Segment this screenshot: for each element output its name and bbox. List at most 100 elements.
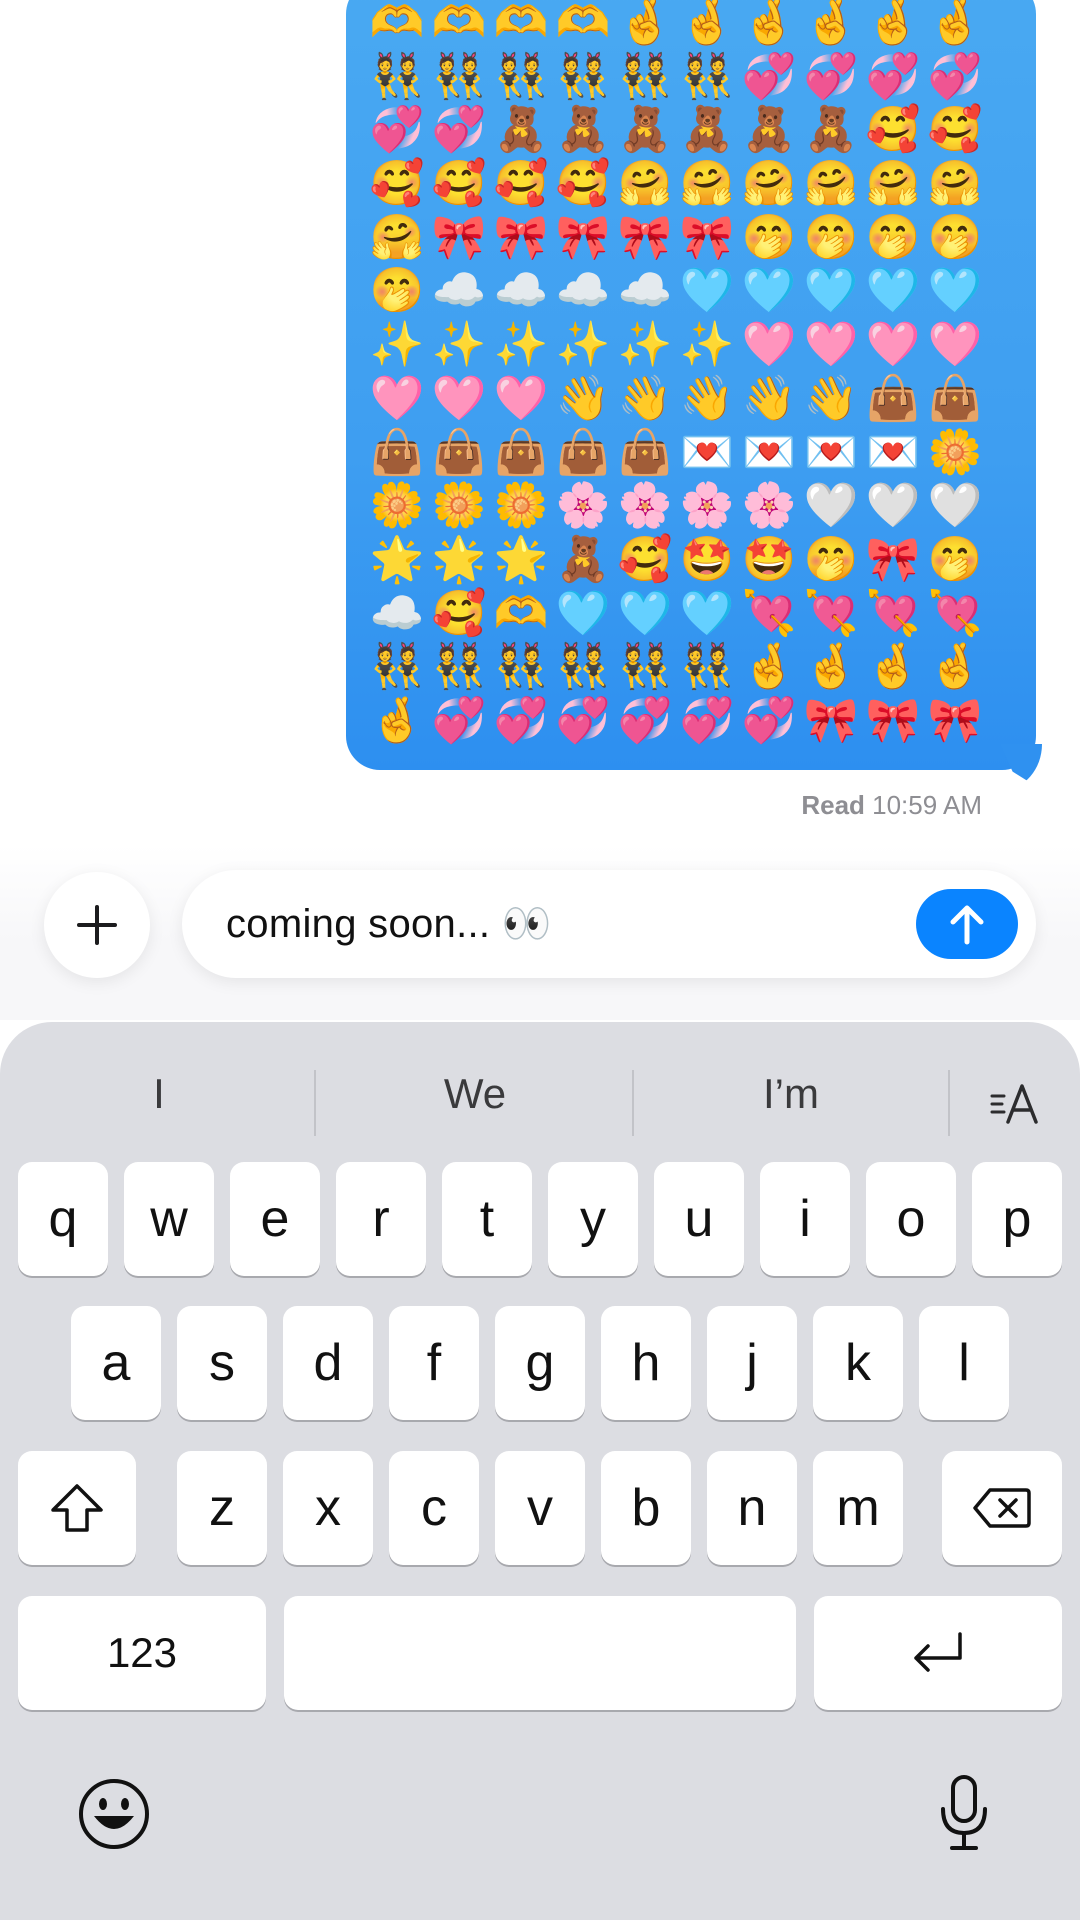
emoji-cell: 🧸 bbox=[803, 104, 859, 156]
emoji-cell: 💞 bbox=[741, 50, 797, 102]
emoji-cell: 🥰 bbox=[555, 158, 611, 210]
key-f[interactable]: f bbox=[389, 1306, 479, 1420]
space-bar[interactable] bbox=[284, 1596, 796, 1710]
emoji-cell: 🌸 bbox=[555, 480, 611, 532]
prediction-2[interactable]: We bbox=[320, 1054, 630, 1134]
key-u[interactable]: u bbox=[654, 1162, 744, 1276]
emoji-cell: 🤞 bbox=[803, 641, 859, 693]
emoji-cell: 🤍 bbox=[927, 480, 983, 532]
text-format-button[interactable] bbox=[986, 1074, 1046, 1134]
emoji-cell: 🤗 bbox=[679, 158, 735, 210]
emoji-cell: ✨ bbox=[617, 319, 673, 371]
emoji-cell: 💘 bbox=[927, 587, 983, 639]
prediction-bar: I We I’m bbox=[0, 1054, 1080, 1136]
emoji-cell: 🤗 bbox=[369, 211, 425, 263]
add-attachment-button[interactable] bbox=[44, 872, 150, 978]
key-q[interactable]: q bbox=[18, 1162, 108, 1276]
message-bubble[interactable]: 🫶 🫶 🫶 🫶 🤞 🤞 🤞 🤞 🤞 🤞 👯 👯 👯 👯 👯 👯 💞 💞 💞 💞 💞 💞 🧸 🧸 🧸 🧸 🧸 🧸 🥰 🥰 🥰 🥰 🥰 🥰 🤗 🤗 🤗 🤗 🤗 🤗… bbox=[346, 0, 1036, 770]
read-time: 10:59 AM bbox=[872, 790, 982, 820]
key-y[interactable]: y bbox=[548, 1162, 638, 1276]
emoji-cell: 👯 bbox=[617, 50, 673, 102]
emoji-cell: 🤗 bbox=[803, 158, 859, 210]
key-m[interactable]: m bbox=[813, 1451, 903, 1565]
emoji-cell: 💌 bbox=[679, 426, 735, 478]
emoji-cell: 👋 bbox=[617, 372, 673, 424]
key-i[interactable]: i bbox=[760, 1162, 850, 1276]
emoji-cell: 👯 bbox=[431, 641, 487, 693]
microphone-icon bbox=[941, 1775, 987, 1850]
dictation-button[interactable] bbox=[924, 1768, 1004, 1858]
prediction-divider bbox=[632, 1070, 634, 1136]
key-g[interactable]: g bbox=[495, 1306, 585, 1420]
key-l[interactable]: l bbox=[919, 1306, 1009, 1420]
prediction-divider bbox=[948, 1070, 950, 1136]
emoji-cell: 👜 bbox=[617, 426, 673, 478]
emoji-cell: 👯 bbox=[679, 641, 735, 693]
numbers-key[interactable]: 123 bbox=[18, 1596, 266, 1710]
key-j[interactable]: j bbox=[707, 1306, 797, 1420]
emoji-cell: ☁️ bbox=[617, 265, 673, 317]
key-t[interactable]: t bbox=[442, 1162, 532, 1276]
key-o[interactable]: o bbox=[866, 1162, 956, 1276]
emoji-cell: 🌼 bbox=[431, 480, 487, 532]
emoji-cell: 💞 bbox=[617, 694, 673, 746]
emoji-keyboard-button[interactable] bbox=[74, 1774, 154, 1854]
emoji-cell: 🤞 bbox=[617, 0, 673, 48]
key-b[interactable]: b bbox=[601, 1451, 691, 1565]
emoji-cell: 🩵 bbox=[865, 265, 921, 317]
key-n[interactable]: n bbox=[707, 1451, 797, 1565]
key-h[interactable]: h bbox=[601, 1306, 691, 1420]
emoji-cell: 🤞 bbox=[865, 641, 921, 693]
emoji-cell: 🌸 bbox=[679, 480, 735, 532]
emoji-cell: 💌 bbox=[865, 426, 921, 478]
keyboard: I We I’m qwertyuiop asdfghjkl zxcvbnm 12… bbox=[0, 1022, 1080, 1920]
emoji-cell: 🩵 bbox=[679, 265, 735, 317]
key-a[interactable]: a bbox=[71, 1306, 161, 1420]
emoji-cell: 🤭 bbox=[803, 533, 859, 585]
emoji-cell: 🧸 bbox=[741, 104, 797, 156]
emoji-cell: 👜 bbox=[865, 372, 921, 424]
emoji-cell: 👜 bbox=[555, 426, 611, 478]
key-c[interactable]: c bbox=[389, 1451, 479, 1565]
key-w[interactable]: w bbox=[124, 1162, 214, 1276]
emoji-cell: 🧸 bbox=[555, 533, 611, 585]
emoji-cell: 🤗 bbox=[927, 158, 983, 210]
emoji-cell: 🩷 bbox=[493, 372, 549, 424]
emoji-cell: 🎀 bbox=[493, 211, 549, 263]
key-z[interactable]: z bbox=[177, 1451, 267, 1565]
key-r[interactable]: r bbox=[336, 1162, 426, 1276]
emoji-cell: 👯 bbox=[555, 50, 611, 102]
prediction-1[interactable]: I bbox=[4, 1054, 314, 1134]
emoji-cell: 💞 bbox=[741, 694, 797, 746]
emoji-cell: 👜 bbox=[431, 426, 487, 478]
emoji-cell: 🥰 bbox=[431, 158, 487, 210]
emoji-cell: 🌟 bbox=[493, 533, 549, 585]
message-input[interactable]: coming soon... 👀 bbox=[182, 870, 1036, 978]
emoji-cell: 🌟 bbox=[431, 533, 487, 585]
key-v[interactable]: v bbox=[495, 1451, 585, 1565]
key-k[interactable]: k bbox=[813, 1306, 903, 1420]
key-d[interactable]: d bbox=[283, 1306, 373, 1420]
emoji-cell: 💞 bbox=[555, 694, 611, 746]
emoji-cell: 👜 bbox=[369, 426, 425, 478]
send-button[interactable] bbox=[916, 889, 1018, 959]
delete-key[interactable] bbox=[942, 1451, 1062, 1565]
key-s[interactable]: s bbox=[177, 1306, 267, 1420]
emoji-cell: 🎀 bbox=[679, 211, 735, 263]
return-key[interactable] bbox=[814, 1596, 1062, 1710]
key-p[interactable]: p bbox=[972, 1162, 1062, 1276]
emoji-cell: ☁️ bbox=[431, 265, 487, 317]
key-e[interactable]: e bbox=[230, 1162, 320, 1276]
emoji-cell: 🩷 bbox=[431, 372, 487, 424]
emoji-cell: 🩵 bbox=[803, 265, 859, 317]
key-x[interactable]: x bbox=[283, 1451, 373, 1565]
prediction-3[interactable]: I’m bbox=[636, 1054, 946, 1134]
emoji-cell: 🥰 bbox=[369, 158, 425, 210]
emoji-cell: 🫶 bbox=[431, 0, 487, 48]
emoji-cell: 🤩 bbox=[741, 533, 797, 585]
emoji-cell: 💞 bbox=[865, 50, 921, 102]
emoji-cell: 🫶 bbox=[493, 587, 549, 639]
emoji-cell: 💞 bbox=[431, 104, 487, 156]
shift-key[interactable] bbox=[18, 1451, 136, 1565]
emoji-cell: 💘 bbox=[803, 587, 859, 639]
